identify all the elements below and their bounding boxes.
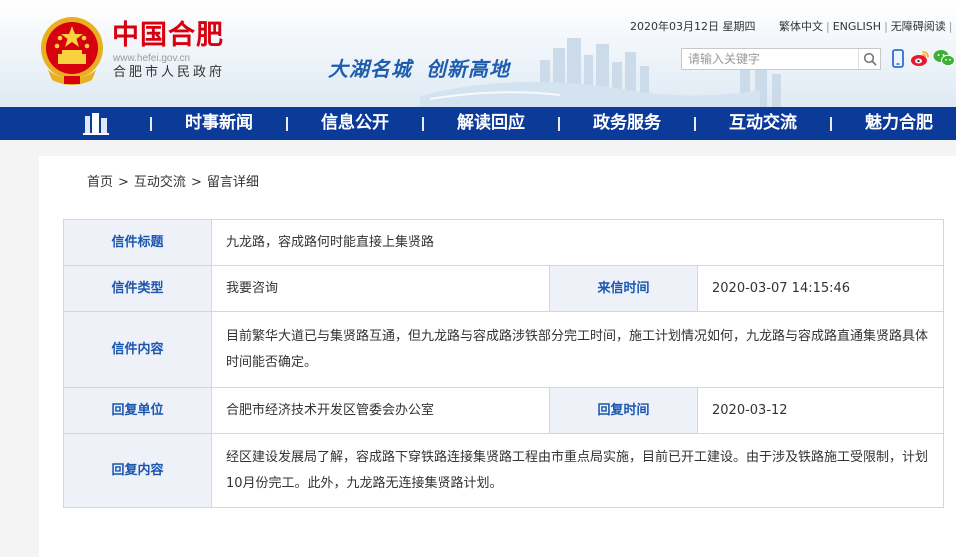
site-subtitle: 合肥市人民政府 <box>113 65 226 80</box>
slogan-first: 大湖名城 <box>328 57 412 81</box>
reply-content-value: 经区建设发展局了解，容成路下穿铁路连接集贤路工程由市重点局实施，目前已开工建设。… <box>210 433 945 508</box>
search-button[interactable] <box>858 49 880 69</box>
breadcrumb-separator: > <box>190 175 202 190</box>
nav-separator <box>422 117 424 131</box>
letter-detail-table: 信件标题 九龙路，容成路何时能直接上集贤路 信件类型 我要咨询 来信时间 202… <box>63 219 945 508</box>
slogan-second: 创新高地 <box>426 57 510 81</box>
link-separator: | <box>884 20 888 33</box>
site-url: www.hefei.gov.cn <box>113 53 191 64</box>
home-building-icon[interactable] <box>83 112 109 136</box>
table-row: 回复单位 合肥市经济技术开发区管委会办公室 回复时间 2020-03-12 <box>63 387 945 434</box>
current-date: 2020年03月12日 星期四 <box>630 20 756 33</box>
wechat-button[interactable] <box>933 47 955 69</box>
reply-time-label: 回复时间 <box>549 387 698 434</box>
received-time-value: 2020-03-07 14:15:46 <box>696 265 945 312</box>
link-traditional-chinese[interactable]: 繁体中文 <box>779 20 823 33</box>
breadcrumb-interaction[interactable]: 互动交流 <box>134 175 186 190</box>
reply-time-value: 2020-03-12 <box>696 387 945 434</box>
link-english[interactable]: ENGLISH <box>833 20 881 33</box>
breadcrumb-home[interactable]: 首页 <box>87 175 113 190</box>
table-row: 回复内容 经区建设发展局了解，容成路下穿铁路连接集贤路工程由市重点局实施，目前已… <box>63 433 945 508</box>
letter-type-label: 信件类型 <box>63 265 212 312</box>
breadcrumb-separator: > <box>118 175 129 190</box>
nav-item-interpretation[interactable]: 解读回应 <box>457 107 525 140</box>
nav-separator <box>286 117 288 131</box>
main-nav: 时事新闻 信息公开 解读回应 政务服务 互动交流 魅力合肥 <box>0 107 956 140</box>
reply-content-label: 回复内容 <box>63 433 212 508</box>
nav-item-charm-hefei[interactable]: 魅力合肥 <box>865 107 933 140</box>
letter-content-label: 信件内容 <box>63 311 212 388</box>
mobile-phone-icon <box>892 48 904 68</box>
weibo-button[interactable] <box>909 47 931 69</box>
site-name[interactable]: 中国合肥 <box>112 22 224 50</box>
reply-unit-value: 合肥市经济技术开发区管委会办公室 <box>211 387 550 434</box>
link-separator: | <box>826 20 830 33</box>
content-panel: 首页 > 互动交流 > 留言详细 信件标题 九龙路，容成路何时能直接上集贤路 信件类型 … <box>39 156 956 557</box>
letter-type-value: 我要咨询 <box>211 265 550 312</box>
breadcrumb: 首页 > 互动交流 > 留言详细 <box>87 174 259 192</box>
received-time-label: 来信时间 <box>549 265 698 312</box>
national-emblem-icon <box>41 17 103 85</box>
mobile-site-button[interactable] <box>887 47 909 69</box>
nav-item-gov-services[interactable]: 政务服务 <box>593 107 661 140</box>
weibo-icon <box>911 51 929 66</box>
table-row: 信件类型 我要咨询 来信时间 2020-03-07 14:15:46 <box>63 265 945 312</box>
link-accessibility[interactable]: 无障碍阅读 <box>891 20 946 33</box>
wechat-icon <box>933 50 955 67</box>
nav-separator <box>558 117 560 131</box>
nav-item-info-disclosure[interactable]: 信息公开 <box>321 107 389 140</box>
table-row: 信件内容 目前繁华大道已与集贤路互通，但九龙路与容成路涉铁部分完工时间，施工计划… <box>63 311 945 388</box>
nav-item-news[interactable]: 时事新闻 <box>185 107 253 140</box>
nav-item-interaction[interactable]: 互动交流 <box>729 107 797 140</box>
top-links: 2020年03月12日 星期四 繁体中文|ENGLISH|无障碍阅读|登 <box>630 20 956 34</box>
site-header: 中国合肥 www.hefei.gov.cn 合肥市人民政府 大湖名城 创新高地 2… <box>0 0 956 107</box>
link-separator: | <box>948 20 953 33</box>
letter-title-value: 九龙路，容成路何时能直接上集贤路 <box>210 219 945 266</box>
nav-separator <box>150 117 152 131</box>
breadcrumb-current: 留言详细 <box>206 175 259 190</box>
search-icon <box>863 52 877 66</box>
nav-separator <box>830 117 832 131</box>
table-row: 信件标题 九龙路，容成路何时能直接上集贤路 <box>63 219 945 266</box>
reply-unit-label: 回复单位 <box>63 387 212 434</box>
slogan: 大湖名城 创新高地 <box>328 58 510 80</box>
nav-separator <box>694 117 696 131</box>
search-box <box>681 48 881 70</box>
search-input[interactable] <box>688 51 848 67</box>
letter-content-value: 目前繁华大道已与集贤路互通，但九龙路与容成路涉铁部分完工时间，施工计划情况如何，… <box>210 311 945 388</box>
letter-title-label: 信件标题 <box>63 219 212 266</box>
